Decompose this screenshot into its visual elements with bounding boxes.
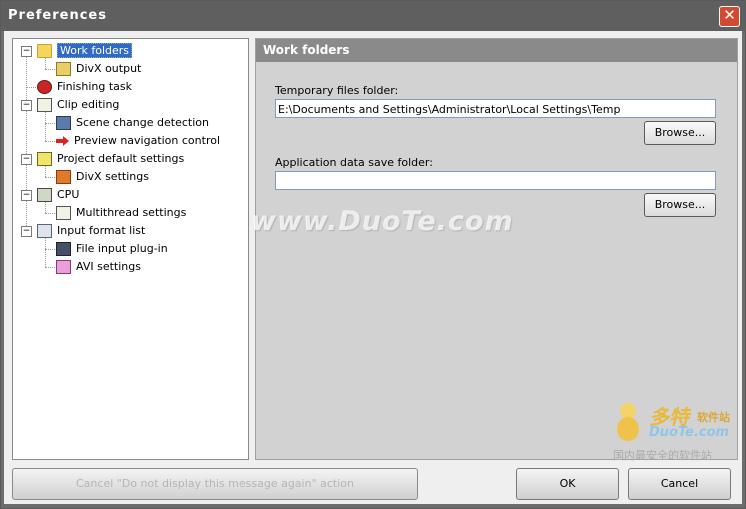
logo-url: DuoTe.com bbox=[649, 425, 730, 440]
tree-line bbox=[26, 52, 27, 232]
arrow-right-icon bbox=[56, 135, 69, 146]
expander-input-format[interactable]: − bbox=[21, 226, 32, 237]
tree-line bbox=[45, 249, 55, 250]
close-icon: ✕ bbox=[723, 6, 736, 24]
cpu-icon bbox=[37, 187, 52, 202]
tree-item-cpu[interactable]: CPU bbox=[37, 186, 79, 203]
panel-header: Work folders bbox=[256, 39, 737, 62]
expander-cpu[interactable]: − bbox=[21, 190, 32, 201]
close-button[interactable]: ✕ bbox=[719, 6, 740, 27]
browse-appdata-button[interactable]: Browse... bbox=[644, 193, 716, 217]
tree-item-label: Project default settings bbox=[57, 152, 185, 165]
avi-icon bbox=[56, 259, 71, 274]
tree-line bbox=[45, 141, 55, 142]
tree-item-label: Finishing task bbox=[57, 80, 132, 93]
tree-line bbox=[45, 213, 55, 214]
list-icon bbox=[37, 223, 52, 238]
window-title: Preferences bbox=[8, 8, 107, 23]
tree-line bbox=[45, 237, 46, 267]
tree-line bbox=[45, 177, 55, 178]
tree-item-file-input-plugin[interactable]: File input plug-in bbox=[56, 240, 168, 257]
tree-item-input-format[interactable]: Input format list bbox=[37, 222, 145, 239]
tree-item-avi-settings[interactable]: AVI settings bbox=[56, 258, 141, 275]
temporary-folder-input[interactable]: E:\Documents and Settings\Administrator\… bbox=[275, 99, 716, 118]
tree-item-label: Clip editing bbox=[57, 98, 120, 111]
logo-tagline: 国内最安全的软件站 bbox=[613, 449, 712, 462]
project-settings-icon bbox=[37, 151, 52, 166]
tree-line bbox=[45, 69, 55, 70]
divx-output-icon bbox=[56, 61, 71, 76]
divx-settings-icon bbox=[56, 169, 71, 184]
tree-item-finishing-task[interactable]: Finishing task bbox=[37, 78, 132, 95]
tree-item-preview-navigation[interactable]: Preview navigation control bbox=[56, 132, 220, 149]
tree-item-label: Multithread settings bbox=[76, 206, 187, 219]
expander-project-default[interactable]: − bbox=[21, 154, 32, 165]
tree-line bbox=[45, 111, 46, 141]
browse-temporary-button[interactable]: Browse... bbox=[644, 121, 716, 145]
film-icon bbox=[56, 115, 71, 130]
tree-item-label: CPU bbox=[57, 188, 80, 201]
tree-item-scene-change[interactable]: Scene change detection bbox=[56, 114, 209, 131]
finishing-task-icon bbox=[37, 79, 52, 94]
title-bar[interactable]: Preferences ✕ bbox=[1, 1, 745, 31]
settings-tree[interactable]: − − − − − Work folders DivX output Finis… bbox=[12, 38, 249, 460]
tree-item-label: DivX settings bbox=[76, 170, 149, 183]
cancel-do-not-display-button[interactable]: Cancel "Do not display this message agai… bbox=[12, 468, 418, 500]
clip-editing-icon bbox=[37, 97, 52, 112]
multithread-icon bbox=[56, 205, 71, 220]
plugin-icon bbox=[56, 241, 71, 256]
folder-icon bbox=[37, 43, 52, 58]
logo-subbrand: 软件站 bbox=[697, 411, 730, 424]
tree-item-label: DivX output bbox=[76, 62, 142, 75]
mascot-icon bbox=[617, 403, 639, 441]
tree-item-label: File input plug-in bbox=[76, 242, 168, 255]
preferences-window: Preferences ✕ − − − − − Work folders Div… bbox=[0, 0, 746, 509]
tree-item-multithread[interactable]: Multithread settings bbox=[56, 204, 186, 221]
expander-work-folders[interactable]: − bbox=[21, 46, 32, 57]
tree-line bbox=[45, 267, 55, 268]
tree-item-label: Scene change detection bbox=[76, 116, 209, 129]
tree-item-work-folders[interactable]: Work folders bbox=[37, 42, 133, 59]
tree-line bbox=[45, 123, 55, 124]
panel-title: Work folders bbox=[263, 43, 350, 57]
tree-item-project-default[interactable]: Project default settings bbox=[37, 150, 184, 167]
expander-clip-editing[interactable]: − bbox=[21, 100, 32, 111]
tree-item-label: Work folders bbox=[57, 43, 133, 58]
watermark-logo: 多特 软件站 DuoTe.com 国内最安全的软件站 bbox=[613, 399, 743, 475]
ok-button[interactable]: OK bbox=[516, 468, 619, 500]
tree-line bbox=[26, 87, 36, 88]
tree-item-label: Input format list bbox=[57, 224, 146, 237]
work-folders-panel: Work folders Temporary files folder: E:\… bbox=[255, 38, 738, 460]
tree-item-clip-editing[interactable]: Clip editing bbox=[37, 96, 119, 113]
appdata-folder-label: Application data save folder: bbox=[275, 156, 433, 169]
tree-item-divx-settings[interactable]: DivX settings bbox=[56, 168, 149, 185]
tree-item-label: Preview navigation control bbox=[74, 134, 221, 147]
tree-item-label: AVI settings bbox=[76, 260, 141, 273]
tree-item-divx-output[interactable]: DivX output bbox=[56, 60, 141, 77]
watermark-text: www.DuoTe.com bbox=[251, 206, 514, 237]
appdata-folder-input[interactable] bbox=[275, 171, 716, 190]
temporary-folder-label: Temporary files folder: bbox=[275, 84, 399, 97]
